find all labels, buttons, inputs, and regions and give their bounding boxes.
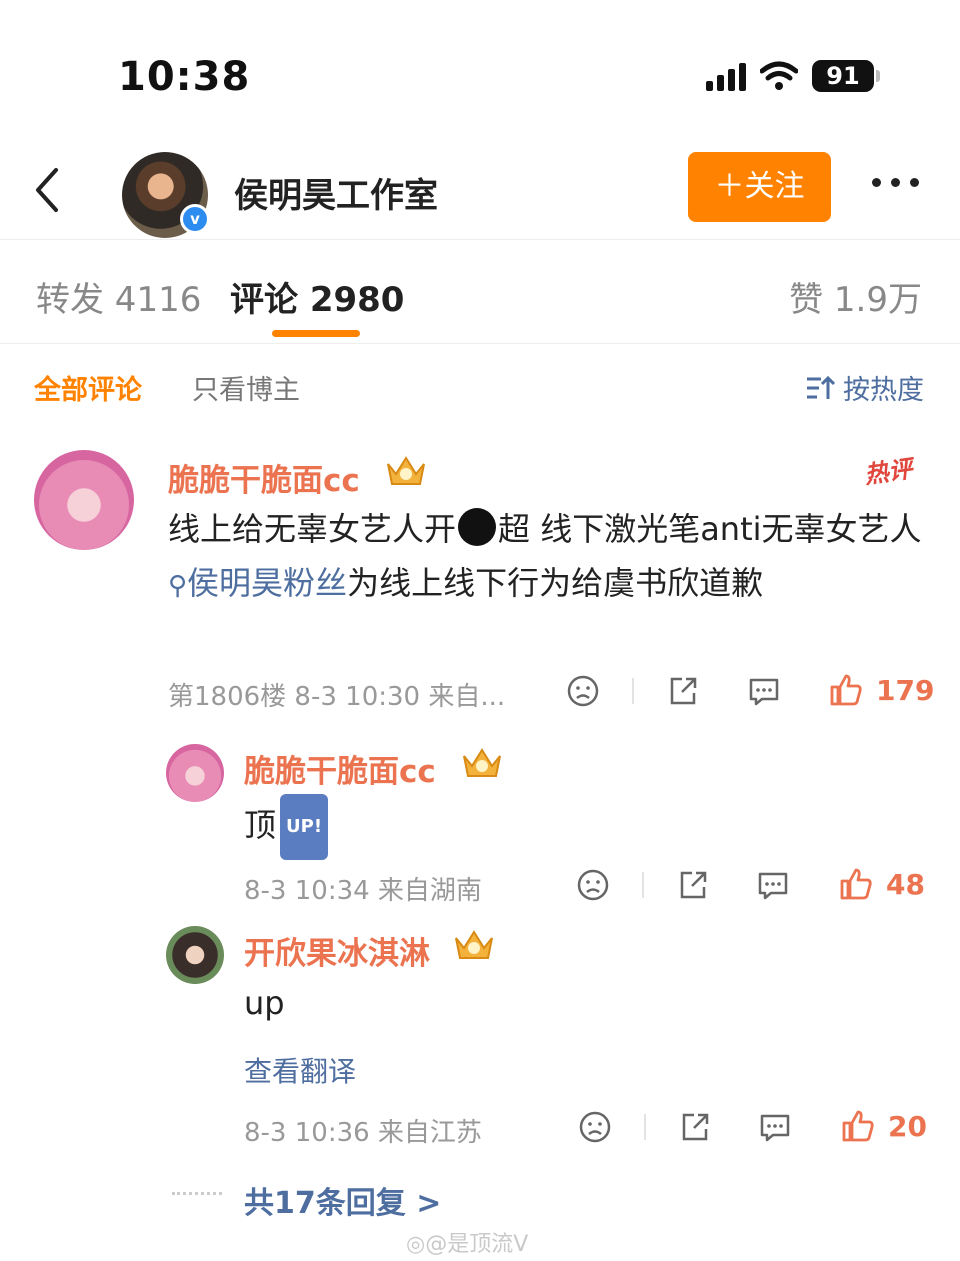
like-count: 179	[876, 674, 935, 707]
sort-label: 按热度	[843, 375, 924, 406]
status-bar: 10:38 91	[0, 0, 960, 130]
reply-meta: 8-3 10:34 来自湖南	[244, 876, 482, 906]
reply-username[interactable]: 脆脆干脆面cc	[244, 746, 436, 791]
filter-all-comments[interactable]: 全部评论	[34, 368, 142, 407]
more-replies-link[interactable]: 共17条回复 >	[244, 1178, 441, 1222]
divider	[632, 678, 634, 704]
crown-icon	[387, 456, 425, 485]
share-icon[interactable]	[666, 674, 700, 708]
divider	[172, 1192, 222, 1195]
status-time: 10:38	[118, 54, 251, 100]
hot-comment-badge: 热评	[862, 454, 915, 490]
like-icon[interactable]	[840, 1108, 876, 1144]
reply-text: up	[244, 984, 285, 1022]
tab-repost[interactable]: 转发 4116	[36, 272, 201, 321]
tab-comments[interactable]: 评论 2980	[230, 272, 404, 321]
reply-username[interactable]: 开欣果冰淇淋	[244, 928, 430, 973]
search-icon: ⚲	[168, 571, 188, 601]
header: v 侯明昊工作室 ＋关注	[0, 140, 960, 240]
sort-icon	[807, 375, 835, 399]
like-count: 48	[886, 868, 925, 901]
comment-icon[interactable]	[756, 868, 790, 902]
dislike-icon[interactable]	[578, 1110, 612, 1144]
tab-bar: 转发 4116 评论 2980 赞 1.9万	[0, 242, 960, 344]
sort-toggle[interactable]: 按热度	[805, 368, 924, 407]
comment-icon[interactable]	[747, 674, 781, 708]
topic-link[interactable]: 侯明昊粉丝	[187, 564, 347, 602]
crown-icon	[463, 748, 501, 777]
filter-author-only[interactable]: 只看博主	[192, 368, 300, 407]
share-icon[interactable]	[678, 1110, 712, 1144]
page-title[interactable]: 侯明昊工作室	[234, 168, 438, 217]
divider	[644, 1114, 646, 1140]
tab-likes[interactable]: 赞 1.9万	[789, 272, 922, 321]
black-circle-emoji	[458, 508, 497, 546]
up-badge: UP!	[280, 794, 329, 860]
follow-button[interactable]: ＋关注	[688, 152, 831, 222]
comment-text: 线上给无辜女艺人开超 线下激光笔anti无辜女艺人 ⚲侯明昊粉丝为线上线下行为给…	[168, 508, 922, 602]
avatar[interactable]	[166, 744, 224, 802]
comment-meta: 第1806楼 8-3 10:30 来自...	[168, 682, 506, 712]
comment-icon[interactable]	[758, 1110, 792, 1144]
reply-meta: 8-3 10:36 来自江苏	[244, 1118, 482, 1148]
back-icon[interactable]	[28, 164, 68, 216]
tab-indicator	[272, 330, 360, 337]
battery-icon: 91	[812, 60, 880, 92]
dislike-icon[interactable]	[566, 674, 600, 708]
watermark: ◎@是顶流V	[406, 1232, 529, 1257]
signal-icon	[706, 61, 746, 91]
like-icon[interactable]	[828, 672, 864, 708]
like-count: 20	[888, 1110, 927, 1143]
reply-text: 顶 UP!	[244, 794, 329, 860]
verified-icon: v	[180, 204, 210, 234]
wifi-icon	[760, 61, 798, 91]
avatar[interactable]	[34, 450, 134, 550]
divider	[642, 872, 644, 898]
weibo-icon: ◎	[406, 1232, 426, 1257]
share-icon[interactable]	[676, 868, 710, 902]
like-icon[interactable]	[838, 866, 874, 902]
translate-link[interactable]: 查看翻译	[244, 1050, 356, 1090]
more-icon[interactable]	[872, 178, 919, 187]
status-icons: 91	[706, 60, 880, 92]
crown-icon	[455, 930, 493, 959]
avatar[interactable]	[166, 926, 224, 984]
filter-row: 全部评论 只看博主 按热度	[0, 360, 960, 416]
dislike-icon[interactable]	[576, 868, 610, 902]
comment-username[interactable]: 脆脆干脆面cc	[168, 455, 360, 500]
